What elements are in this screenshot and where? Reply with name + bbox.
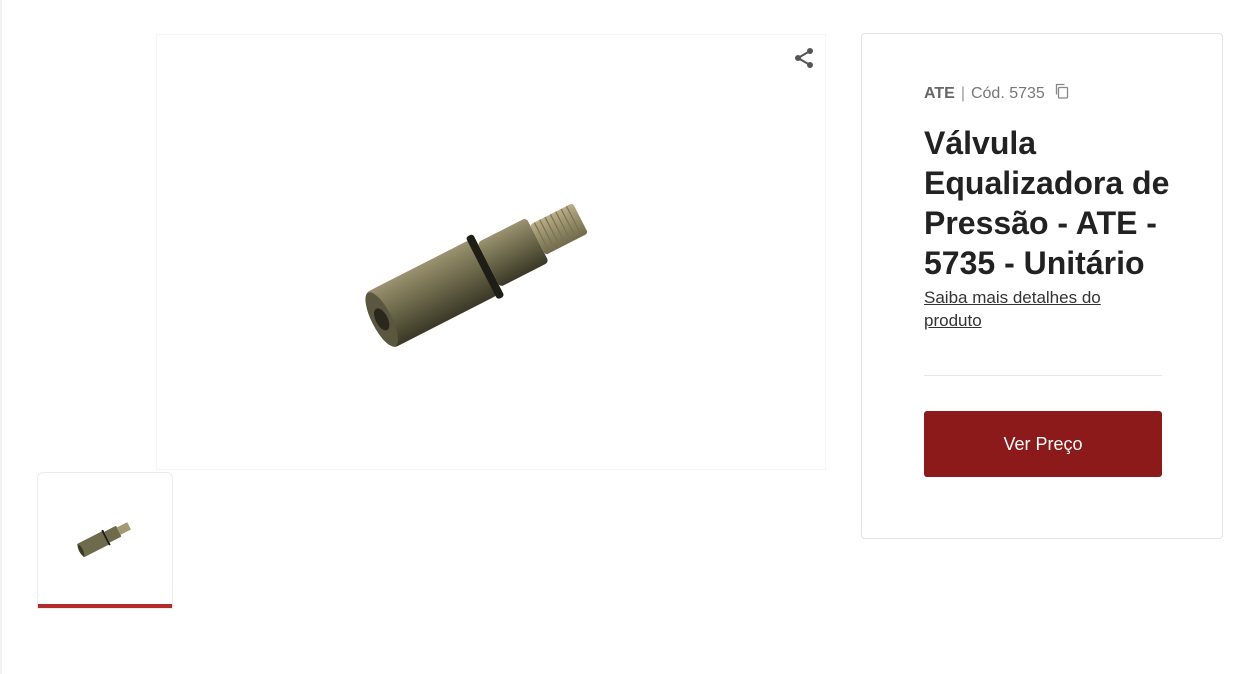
product-photo [365, 204, 588, 347]
copy-icon [1055, 83, 1068, 99]
share-icon [795, 48, 813, 68]
card-divider [924, 375, 1162, 376]
see-price-button[interactable]: Ver Preço [924, 411, 1162, 477]
page-edge [0, 0, 2, 674]
thumbnail-active-indicator [38, 604, 172, 608]
brand-label: ATE [924, 84, 955, 102]
share-button[interactable] [790, 44, 818, 72]
product-meta: ATE | Cód. 5735 [924, 83, 1069, 104]
meta-separator: | [960, 84, 965, 102]
copy-code-button[interactable] [1055, 83, 1069, 104]
product-title: Válvula Equalizadora de Pressão - ATE - … [924, 125, 1170, 281]
product-details-link[interactable]: Saiba mais detalhes do produto [924, 286, 1144, 332]
product-thumbnail-image [77, 522, 131, 557]
thumbnail-1[interactable] [37, 472, 173, 609]
product-code: Cód. 5735 [970, 84, 1045, 102]
product-info-card: ATE | Cód. 5735 Válvula Equalizadora de … [861, 33, 1223, 539]
